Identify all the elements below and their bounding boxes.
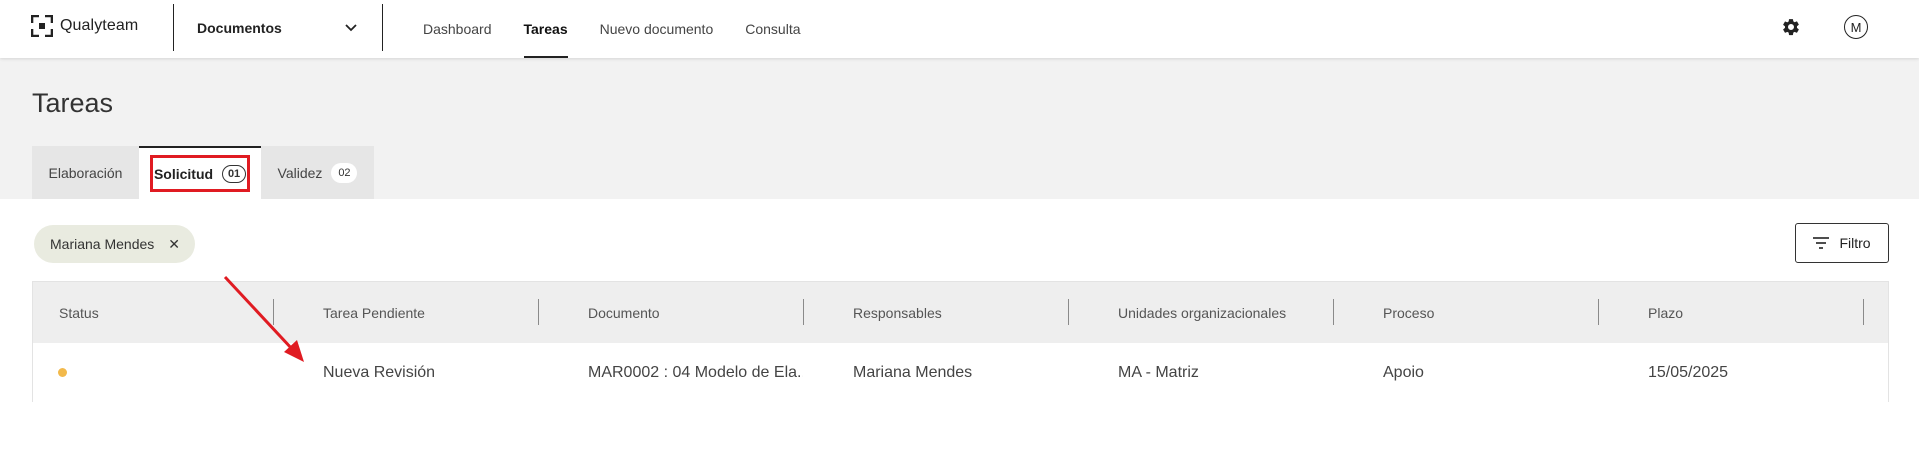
- plazo-cell: 15/05/2025: [1648, 363, 1729, 381]
- header-divider: [173, 4, 174, 51]
- tab-count-badge: 02: [331, 162, 358, 183]
- column-header-status[interactable]: Status: [59, 282, 99, 343]
- page-title: Tareas: [32, 88, 114, 118]
- tab-label: Elaboración: [48, 164, 123, 181]
- column-divider[interactable]: [1863, 299, 1864, 325]
- column-header-unidades[interactable]: Unidades organizacionales: [1118, 282, 1286, 343]
- qualyteam-logo-icon: [31, 15, 53, 37]
- column-header-proceso[interactable]: Proceso: [1383, 282, 1434, 343]
- close-icon[interactable]: ✕: [168, 237, 180, 251]
- filter-icon: [1813, 237, 1830, 249]
- chevron-down-icon: [345, 24, 357, 32]
- tab-elaboracion[interactable]: Elaboración: [32, 146, 139, 199]
- documento-cell[interactable]: MAR0002 : 04 Modelo de Ela...: [588, 343, 803, 402]
- column-header-plazo[interactable]: Plazo: [1648, 282, 1683, 343]
- top-navigation-bar: Qualyteam Documentos Dashboard Tareas Nu…: [0, 0, 1919, 58]
- nav-dashboard[interactable]: Dashboard: [423, 0, 492, 58]
- responsables-cell: Mariana Mendes: [853, 363, 973, 381]
- column-divider[interactable]: [803, 299, 804, 325]
- column-divider[interactable]: [538, 299, 539, 325]
- filter-button[interactable]: Filtro: [1795, 223, 1889, 263]
- filter-button-label: Filtro: [1839, 235, 1871, 251]
- filter-chip: Mariana Mendes ✕: [34, 225, 196, 263]
- column-divider[interactable]: [1598, 299, 1599, 325]
- user-avatar[interactable]: M: [1844, 15, 1868, 39]
- column-header-documento[interactable]: Documento: [588, 282, 660, 343]
- status-cell: [58, 343, 67, 402]
- tarea-cell[interactable]: Nueva Revisión: [323, 343, 523, 402]
- app-name: Qualyteam: [60, 17, 139, 34]
- table-header: Status Tarea Pendiente Documento Respons…: [33, 282, 1888, 343]
- main-nav: Dashboard Tareas Nuevo documento Consult…: [423, 0, 833, 58]
- tab-label: Solicitud: [153, 165, 214, 182]
- tasks-table: Status Tarea Pendiente Documento Respons…: [32, 281, 1889, 402]
- unidades-cell: MA - Matriz: [1118, 363, 1199, 381]
- nav-consulta[interactable]: Consulta: [745, 0, 800, 58]
- nav-nuevo-documento[interactable]: Nuevo documento: [600, 0, 714, 58]
- tab-count-badge: 01: [222, 164, 247, 183]
- gear-icon[interactable]: [1781, 17, 1801, 37]
- app-logo[interactable]: Qualyteam: [31, 15, 138, 37]
- nav-tareas[interactable]: Tareas: [523, 0, 568, 58]
- header-divider: [382, 4, 383, 51]
- module-select[interactable]: Documentos: [197, 17, 357, 39]
- column-divider[interactable]: [1068, 299, 1069, 325]
- status-dot: [58, 368, 67, 377]
- module-select-label: Documentos: [197, 20, 282, 36]
- column-divider[interactable]: [273, 299, 274, 325]
- task-tabs: Elaboración Solicitud 01 Validez 02: [32, 146, 374, 199]
- tab-label: Validez: [277, 164, 323, 181]
- column-header-tarea[interactable]: Tarea Pendiente: [323, 282, 425, 343]
- column-divider[interactable]: [1333, 299, 1334, 325]
- tab-validez[interactable]: Validez 02: [261, 146, 374, 199]
- proceso-cell: Apoio: [1383, 363, 1424, 381]
- column-header-responsables[interactable]: Responsables: [853, 282, 942, 343]
- tab-solicitud[interactable]: Solicitud 01: [139, 146, 261, 199]
- table-row[interactable]: Nueva Revisión MAR0002 : 04 Modelo de El…: [33, 343, 1888, 402]
- filter-chip-label: Mariana Mendes: [50, 236, 155, 252]
